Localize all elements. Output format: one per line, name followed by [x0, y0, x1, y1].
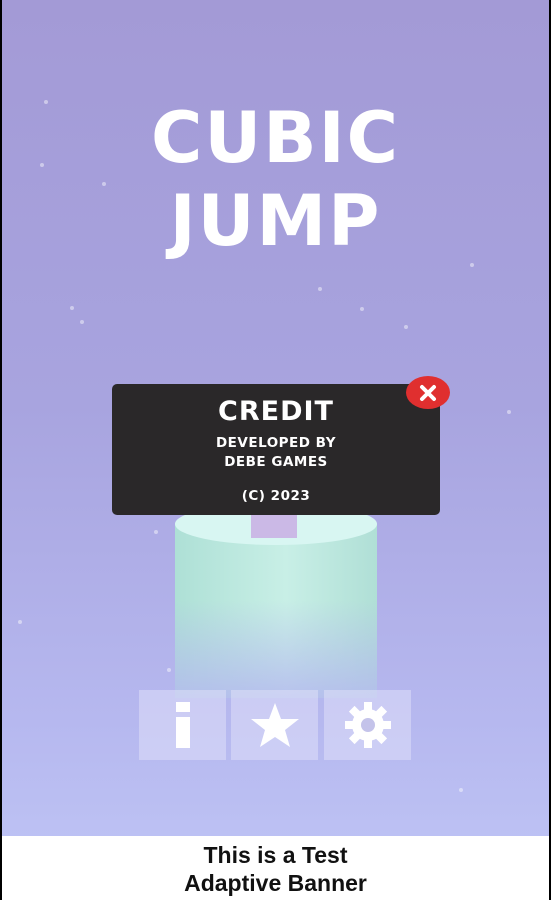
- gear-icon: [344, 702, 391, 748]
- developer-name: DEBE GAMES: [224, 454, 328, 470]
- snow-particle: [70, 306, 74, 310]
- pillar-fade: [175, 600, 377, 700]
- credit-heading: CREDIT: [218, 396, 334, 427]
- snow-particle: [507, 410, 511, 414]
- close-dialog-button[interactable]: [406, 376, 450, 409]
- snow-particle: [318, 287, 322, 291]
- copyright-text: (C) 2023: [241, 488, 311, 504]
- settings-button[interactable]: [324, 690, 411, 760]
- info-button[interactable]: [139, 690, 226, 760]
- snow-particle: [459, 788, 463, 792]
- rate-button[interactable]: [231, 690, 318, 760]
- snow-particle: [167, 668, 171, 672]
- snow-particle: [404, 325, 408, 329]
- developed-by-label: DEVELOPED BY: [215, 435, 337, 451]
- credit-dialog: CREDIT DEVELOPED BY DEBE GAMES (C) 2023: [112, 384, 440, 515]
- game-title-line2: JUMP: [169, 180, 382, 262]
- snow-particle: [154, 530, 158, 534]
- game-title-line1: CUBIC: [151, 97, 400, 179]
- snow-particle: [18, 620, 22, 624]
- banner-line1: This is a Test: [203, 842, 348, 868]
- star-icon: [250, 703, 299, 747]
- snow-particle: [80, 320, 84, 324]
- close-x-icon: [420, 385, 436, 401]
- snow-particle: [360, 307, 364, 311]
- ad-banner[interactable]: This is a Test Adaptive Banner: [2, 836, 549, 900]
- banner-line2: Adaptive Banner: [184, 870, 367, 896]
- snow-particle: [470, 263, 474, 267]
- info-icon: [175, 702, 190, 748]
